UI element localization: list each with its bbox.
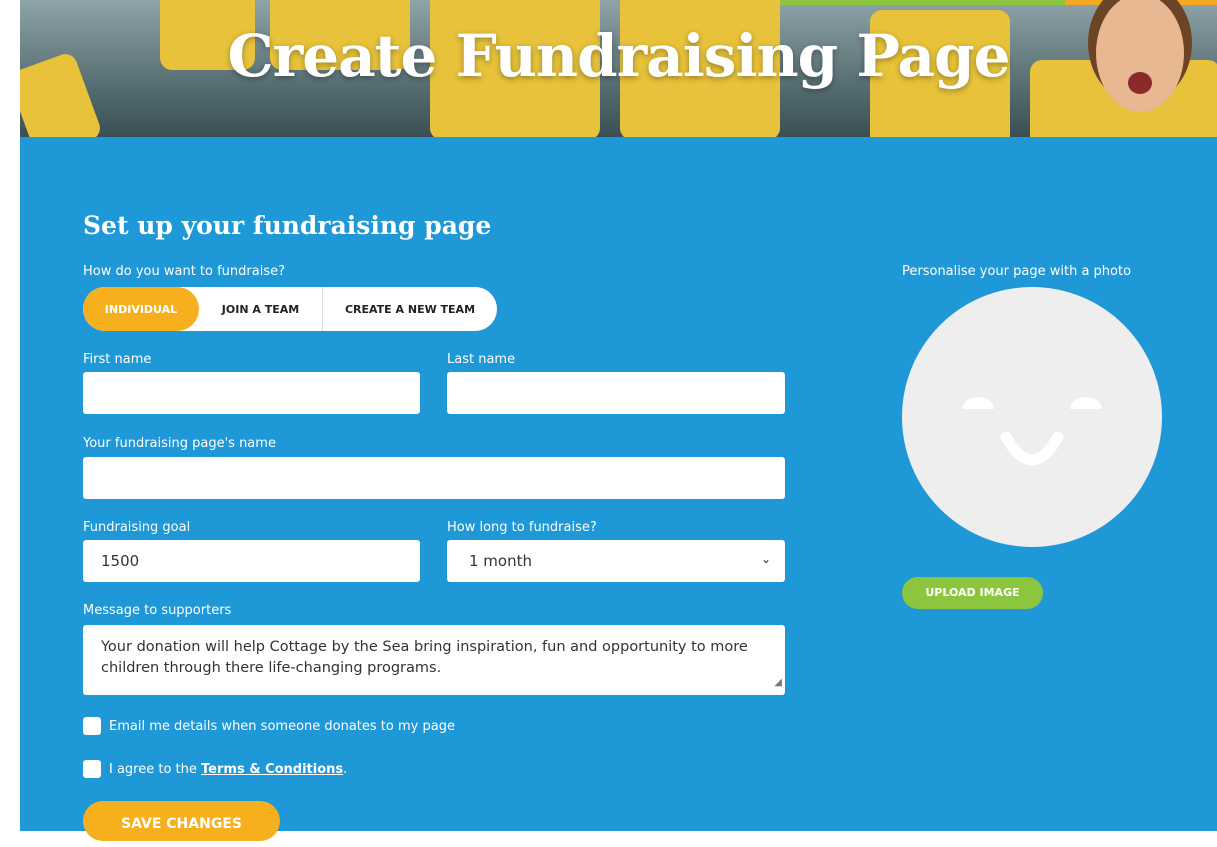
goal-label: Fundraising goal xyxy=(83,520,191,535)
email-opt-checkbox[interactable] xyxy=(83,717,101,735)
duration-label: How long to fundraise? xyxy=(447,520,597,535)
hero-banner: Create Fundraising Page xyxy=(20,0,1217,137)
terms-prefix: I agree to the xyxy=(109,762,197,777)
fundraise-mode-label: How do you want to fundraise? xyxy=(83,264,286,279)
mode-create-team-button[interactable]: CREATE A NEW TEAM xyxy=(323,287,497,331)
terms-checkbox[interactable] xyxy=(83,760,101,778)
terms-link[interactable]: Terms & Conditions xyxy=(201,762,343,777)
terms-label: I agree to the Terms & Conditions. xyxy=(109,762,347,777)
goal-field[interactable] xyxy=(83,540,420,582)
mode-join-team-button[interactable]: JOIN A TEAM xyxy=(199,287,323,331)
first-name-label: First name xyxy=(83,352,152,367)
avatar-placeholder xyxy=(902,287,1162,547)
top-accent-green xyxy=(775,0,1065,5)
page-name-field[interactable] xyxy=(83,457,785,499)
message-textarea[interactable]: Your donation will help Cottage by the S… xyxy=(83,625,785,695)
chevron-down-icon: ⌄ xyxy=(760,552,771,566)
last-name-field[interactable] xyxy=(447,372,785,414)
duration-select[interactable]: 1 month ⌄ xyxy=(447,540,785,582)
message-label: Message to supporters xyxy=(83,603,232,618)
form-heading: Set up your fundraising page xyxy=(83,211,492,240)
resize-handle-icon[interactable]: ◢ xyxy=(774,672,782,693)
first-name-field[interactable] xyxy=(83,372,420,414)
upload-image-button[interactable]: UPLOAD IMAGE xyxy=(902,577,1043,609)
page-title: Create Fundraising Page xyxy=(227,22,1010,90)
last-name-label: Last name xyxy=(447,352,516,367)
fundraise-mode-selector: INDIVIDUAL JOIN A TEAM CREATE A NEW TEAM xyxy=(83,287,497,331)
mode-individual-button[interactable]: INDIVIDUAL xyxy=(83,287,199,331)
save-changes-button[interactable]: SAVE CHANGES xyxy=(83,801,280,841)
terms-suffix: . xyxy=(343,762,348,777)
fundraising-form-panel: Set up your fundraising page How do you … xyxy=(20,137,1217,841)
smiley-face-icon xyxy=(962,397,1102,466)
duration-select-value: 1 month xyxy=(469,552,532,570)
message-text: Your donation will help Cottage by the S… xyxy=(101,639,748,676)
page-name-label: Your fundraising page's name xyxy=(83,436,276,451)
photo-label: Personalise your page with a photo xyxy=(902,264,1132,279)
email-opt-label: Email me details when someone donates to… xyxy=(109,719,455,734)
